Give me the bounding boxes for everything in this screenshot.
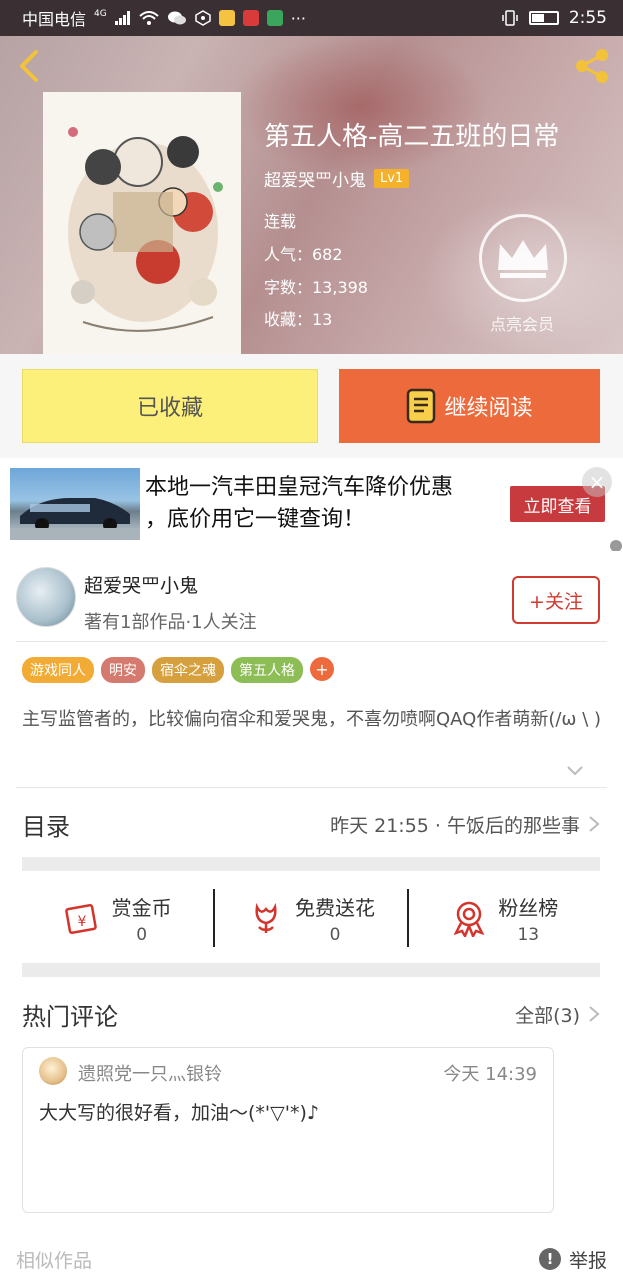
follow-button[interactable]: +关注: [512, 576, 600, 624]
section-separator: [22, 857, 600, 871]
comment-time: 今天 14:39: [443, 1064, 537, 1085]
cover-illustration: [43, 92, 241, 354]
reward-coin-icon: ¥: [64, 903, 97, 935]
reward-coin-stat[interactable]: ¥ 赏金币 0: [22, 892, 213, 945]
author-name[interactable]: 超爱哭罒小鬼: [84, 571, 198, 598]
book-author-row[interactable]: 超爱哭罒小鬼 Lv1: [264, 166, 410, 191]
book-header: 第五人格-高二五班的日常 超爱哭罒小鬼 Lv1 连载 人气：682 字数：13,…: [0, 36, 623, 354]
more-notifications: ···: [290, 8, 306, 28]
share-button[interactable]: [570, 44, 614, 88]
tag-list: 游戏同人 明安 宿伞之魂 第五人格 +: [22, 657, 334, 683]
avatar[interactable]: [16, 567, 76, 627]
chevron-right-icon: [589, 1006, 600, 1022]
tag-item[interactable]: 明安: [101, 657, 145, 683]
stat-value: 13: [517, 924, 540, 945]
fan-ribbon-icon: [453, 901, 485, 937]
tag-item[interactable]: 宿伞之魂: [152, 657, 224, 683]
collected-label: 已收藏: [136, 396, 203, 421]
stat-value: 0: [329, 924, 341, 945]
action-area: 已收藏 继续阅读: [0, 354, 623, 458]
author-summary: 著有1部作品·1人关注: [84, 612, 257, 633]
toc-latest-chapter[interactable]: 昨天 21:55 · 午饭后的那些事: [330, 811, 600, 838]
comment-card[interactable]: 遗照党一只灬银铃 今天 14:39 大大写的很好看，加油～(*'▽'*)♪: [22, 1047, 554, 1213]
book-author[interactable]: 超爱哭罒小鬼: [264, 166, 366, 191]
wechat-icon: [167, 11, 186, 25]
similar-works-label: 相似作品: [16, 1249, 93, 1272]
alert-icon: !: [538, 1248, 561, 1270]
hot-comments-header: 热门评论 全部(3): [22, 989, 600, 1039]
chevron-down-icon[interactable]: [566, 765, 584, 777]
popularity: 人气：682: [264, 245, 343, 264]
stat-label: 粉丝榜: [498, 895, 559, 920]
network-type: 4G: [94, 9, 107, 19]
latest-chapter-label: 昨天 21:55 · 午饭后的那些事: [330, 814, 580, 837]
stat-value: 0: [136, 924, 148, 945]
vip-label[interactable]: 点亮会员: [470, 311, 574, 335]
divider: [16, 787, 607, 788]
hot-comments-title: 热门评论: [22, 1002, 118, 1031]
flower-stat[interactable]: 免费送花 0: [215, 892, 406, 945]
stats-row: ¥ 赏金币 0 免费送花 0 粉丝榜 13: [22, 873, 600, 963]
status-bar: 中国电信 4G ··· 2:55: [0, 0, 623, 36]
bottom-bar: 相似作品 ! 举报: [0, 1238, 623, 1280]
svg-text:¥: ¥: [77, 914, 86, 930]
stat-label: 免费送花: [294, 895, 375, 920]
ad-line-2: ，底价用它一键查询！: [145, 507, 366, 532]
ad-car-image: [10, 468, 140, 540]
app-icon-2: [218, 10, 235, 26]
flower-icon: [255, 902, 277, 933]
level-badge: Lv1: [374, 169, 410, 188]
favorite-count: 收藏：13: [264, 310, 333, 329]
app-icon-3: [242, 10, 259, 26]
report-label: 举报: [568, 1249, 607, 1272]
detail-section: 超爱哭罒小鬼 著有1部作品·1人关注 +关注 游戏同人 明安 宿伞之魂 第五人格…: [0, 551, 623, 1213]
collected-button[interactable]: 已收藏: [22, 369, 318, 443]
continue-reading-button[interactable]: 继续阅读: [339, 369, 600, 443]
tag-item[interactable]: 第五人格: [231, 657, 303, 683]
signal-icon: [114, 11, 130, 25]
comment-text: 大大写的很好看，加油～(*'▽'*)♪: [39, 1102, 320, 1124]
ad-line-1: 本地一汽丰田皇冠汽车降价优惠: [145, 475, 454, 500]
ad-close-button[interactable]: ×: [582, 467, 612, 497]
divider: [16, 641, 607, 642]
report-button[interactable]: ! 举报: [538, 1246, 607, 1273]
avatar[interactable]: [39, 1057, 67, 1085]
word-count: 字数：13,398: [264, 278, 368, 297]
table-of-contents-row[interactable]: 目录 昨天 21:55 · 午饭后的那些事: [22, 791, 600, 857]
ad-banner[interactable]: 本地一汽丰田皇冠汽车降价优惠 ，底价用它一键查询！ 立即查看: [0, 458, 623, 551]
book-title: 第五人格-高二五班的日常: [264, 122, 560, 152]
comment-user[interactable]: 遗照党一只灬银铃: [78, 1060, 222, 1086]
battery-icon: [528, 11, 559, 25]
tag-item[interactable]: 游戏同人: [22, 657, 94, 683]
fan-ranking-stat[interactable]: 粉丝榜 13: [409, 892, 600, 945]
carrier-label: 中国电信: [22, 10, 87, 29]
toc-title: 目录: [22, 812, 70, 841]
book-cover[interactable]: [43, 92, 241, 354]
ad-text: 本地一汽丰田皇冠汽车降价优惠 ，底价用它一键查询！: [145, 472, 485, 536]
book-description: 主写监管者的，比较偏向宿伞和爱哭鬼，不喜勿喷啊QAQ作者萌新(/ω \ ): [22, 709, 602, 730]
section-separator: [22, 963, 600, 977]
add-tag-button[interactable]: +: [310, 657, 334, 681]
continue-reading-label: 继续阅读: [444, 396, 533, 421]
vip-crown-button[interactable]: [479, 214, 567, 302]
crown-icon: [498, 240, 548, 278]
clock: 2:55: [568, 8, 607, 28]
app-icon-1: [194, 10, 211, 26]
all-comments-link[interactable]: 全部(3): [515, 1001, 600, 1028]
wifi-icon: [139, 11, 159, 25]
app-icon-4: [266, 10, 283, 26]
book-icon: [407, 388, 436, 424]
serial-status: 连载: [264, 212, 297, 231]
back-button[interactable]: [14, 46, 44, 86]
stat-label: 赏金币: [111, 895, 172, 920]
vibrate-icon: [502, 10, 518, 26]
all-comments-label: 全部(3): [515, 1004, 580, 1027]
chevron-right-icon: [589, 816, 600, 832]
